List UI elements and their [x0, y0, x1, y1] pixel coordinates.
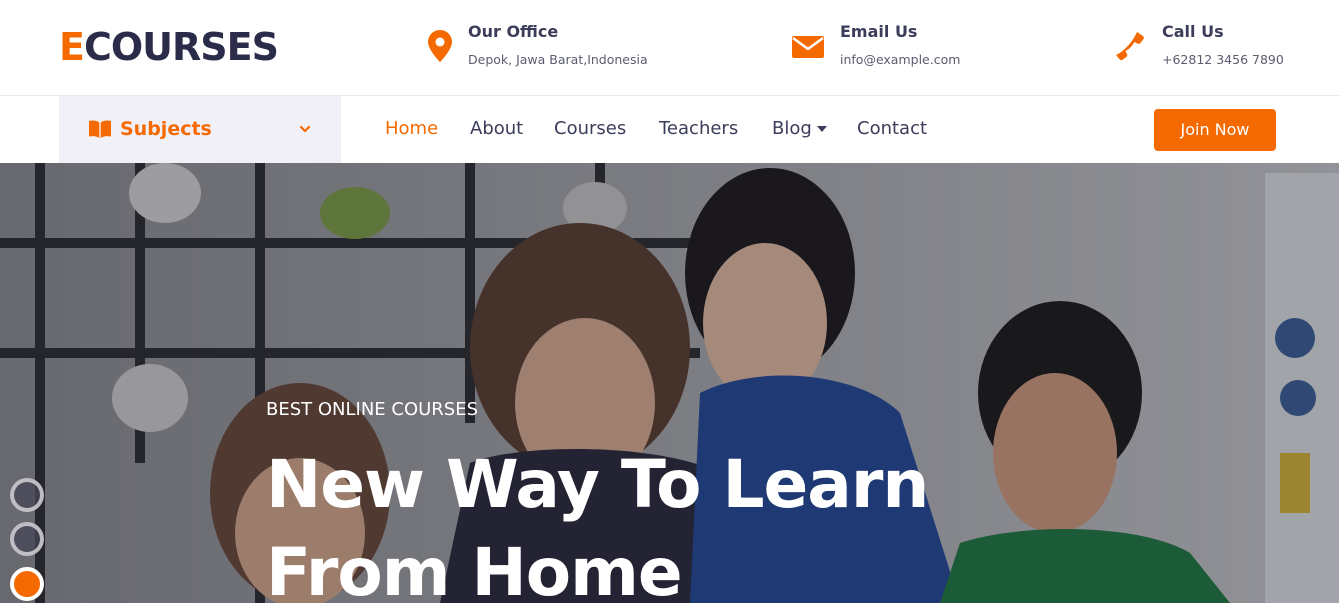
subjects-dropdown[interactable]: Subjects: [59, 96, 341, 163]
nav-blog[interactable]: Blog: [772, 117, 812, 141]
chevron-down-icon: [299, 125, 311, 133]
hero-title: New Way To Learn From Home: [266, 441, 929, 603]
book-icon: [89, 120, 111, 138]
logo-text: COURSES: [83, 25, 279, 69]
site-logo[interactable]: ECOURSES: [59, 25, 279, 69]
subjects-label: Subjects: [120, 118, 212, 140]
nav-teachers[interactable]: Teachers: [659, 117, 738, 141]
email-address[interactable]: info@example.com: [840, 52, 960, 68]
caret-down-icon[interactable]: [817, 126, 827, 132]
map-pin-icon: [428, 30, 452, 62]
carousel-dot-2[interactable]: [10, 522, 44, 556]
join-now-button[interactable]: Join Now: [1154, 109, 1276, 151]
office-title: Our Office: [468, 22, 559, 41]
nav-courses[interactable]: Courses: [554, 117, 626, 141]
top-info-bar: ECOURSES Our Office Depok, Jawa Barat,In…: [0, 0, 1339, 96]
hero-kicker: BEST ONLINE COURSES: [266, 399, 479, 420]
nav-about[interactable]: About: [470, 117, 523, 141]
carousel-dot-1[interactable]: [10, 478, 44, 512]
nav-home[interactable]: Home: [385, 117, 438, 141]
email-title: Email Us: [840, 22, 918, 41]
carousel-dot-3-active[interactable]: [10, 567, 44, 601]
call-title: Call Us: [1162, 22, 1224, 41]
phone-icon: [1116, 32, 1144, 61]
hero-title-line-1: New Way To Learn: [266, 446, 929, 523]
office-address: Depok, Jawa Barat,Indonesia: [468, 52, 648, 67]
main-navbar: Subjects Home About Courses Teachers Blo…: [0, 96, 1339, 163]
phone-number[interactable]: +62812 3456 7890: [1162, 52, 1284, 68]
hero-title-line-2: From Home: [266, 534, 683, 603]
envelope-icon: [792, 36, 824, 58]
nav-contact[interactable]: Contact: [857, 117, 927, 141]
hero-carousel: BEST ONLINE COURSES New Way To Learn Fro…: [0, 163, 1339, 603]
logo-accent-letter: E: [59, 25, 85, 69]
